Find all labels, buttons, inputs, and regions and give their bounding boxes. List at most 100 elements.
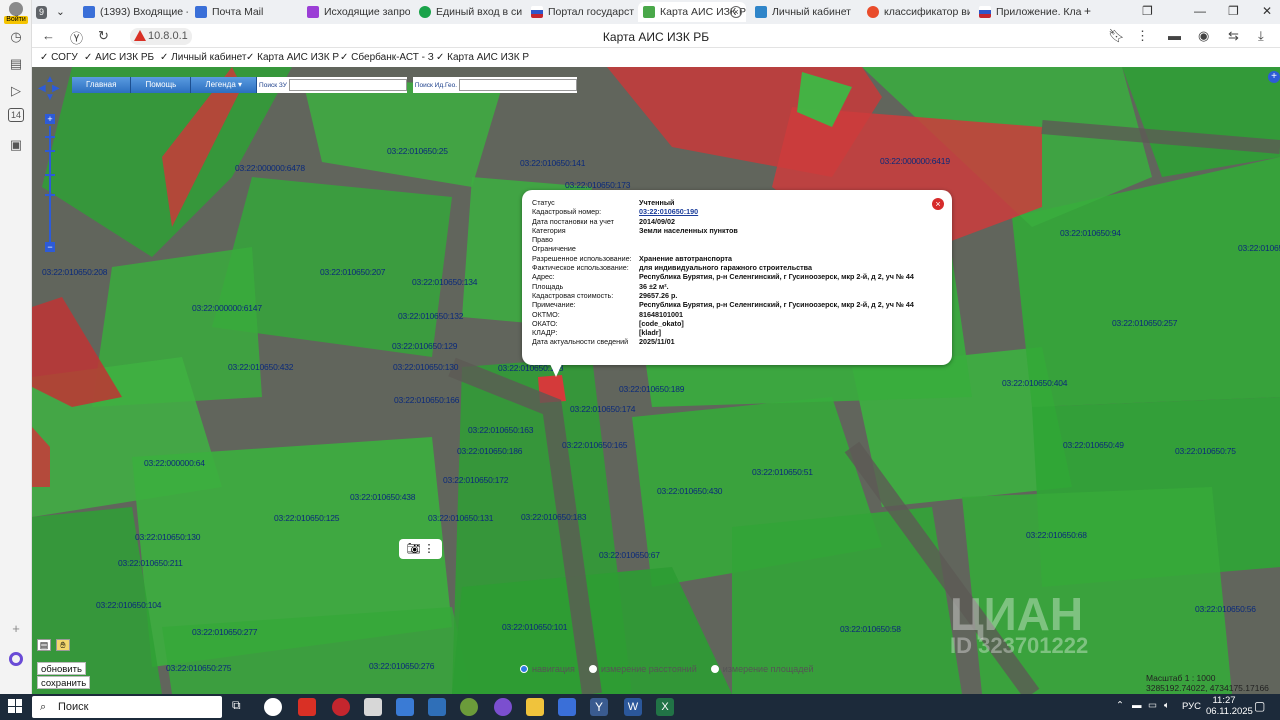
tab-classifier[interactable]: классификатор вид [862, 2, 970, 22]
parcel-label[interactable]: 03:22:010650:173 [565, 180, 631, 190]
parcel-label[interactable]: 03:22:010650:134 [412, 277, 478, 287]
parcel-label[interactable]: 03:22:010650:430 [657, 486, 723, 496]
profile-avatar[interactable]: Войти [4, 2, 28, 24]
parcel-label[interactable]: 03:22:010650:186 [457, 446, 523, 456]
parcel-label[interactable]: 03:22:010650:163 [468, 425, 534, 435]
parcel-label[interactable]: 03:22:010650:183 [521, 512, 587, 522]
parcel-label[interactable]: 03:22:010650:93 [1238, 243, 1280, 253]
app-icon[interactable] [332, 698, 350, 716]
parcel-label[interactable]: 03:22:010650:275 [166, 663, 232, 673]
parcel-label[interactable]: 03:22:010650:56 [1195, 604, 1256, 614]
save-button[interactable]: сохранить [37, 676, 91, 689]
parcel-label[interactable]: 03:22:010650:257 [1112, 318, 1178, 328]
app-icon[interactable] [558, 698, 576, 716]
parcel-label[interactable]: 03:22:010650:131 [428, 513, 494, 523]
tab-group-counter[interactable]: 9 ⌄ [32, 2, 74, 22]
parcel-label[interactable]: 03:22:010650:141 [520, 158, 586, 168]
help-button[interactable]: Помощь [131, 77, 192, 93]
parcel-label[interactable]: 03:22:000000:64 [144, 458, 205, 468]
extension-icon[interactable]: ▬ [1168, 28, 1181, 43]
zoom-tick[interactable] [45, 194, 55, 196]
parcel-label[interactable]: 03:22:010650:104 [96, 600, 162, 610]
tab-gosuslugi[interactable]: Портал государстве [526, 2, 634, 22]
taskbar-search[interactable]: ⌕ Поиск [32, 696, 222, 718]
cadastral-number-link[interactable]: 03:22:010650:190 [639, 207, 698, 216]
zoom-in-button[interactable]: + [45, 114, 55, 124]
app-icon[interactable] [428, 698, 446, 716]
parcel-label[interactable]: 03:22:010650:75 [1175, 446, 1236, 456]
pdf-app-icon[interactable] [298, 698, 316, 716]
close-window-icon[interactable]: ✕ [1262, 4, 1272, 18]
tray-app-icon[interactable]: ▬ [1132, 700, 1142, 711]
calendar-icon[interactable]: 14 [8, 108, 24, 122]
history-clock-icon[interactable]: ◷ [6, 28, 26, 46]
parcel-label[interactable]: 03:22:010650:51 [752, 467, 813, 477]
app-icon[interactable] [460, 698, 478, 716]
restore-icon[interactable]: ❐ [1228, 4, 1239, 18]
parcel-label[interactable]: 03:22:010650:207 [320, 267, 386, 277]
network-icon[interactable]: ▭ [1148, 700, 1157, 711]
parcel-label[interactable]: 03:22:010650:432 [228, 362, 294, 372]
parcel-label[interactable]: 03:22:010650:404 [1002, 378, 1068, 388]
radio-distance[interactable]: измерение расстояний [588, 664, 697, 674]
bookmark-map2[interactable]: ✓ Карта АИС ИЗК Р [436, 52, 529, 63]
pan-down-icon[interactable]: ▼ [45, 92, 55, 103]
add-panel-icon[interactable]: + [6, 620, 26, 638]
media-play-icon[interactable]: ▷ [6, 82, 26, 100]
pan-hand-icon[interactable]: ✋︎ [56, 639, 70, 651]
cadastral-map[interactable]: Главная Помощь Легенда ▾ Поиск ЗУ Поиск … [32, 67, 1280, 694]
bookmark-icon[interactable]: 🔖︎ [1108, 28, 1125, 44]
app-icon[interactable] [364, 698, 382, 716]
zoom-out-button[interactable]: − [45, 242, 55, 252]
parcel-label[interactable]: 03:22:010650:174 [570, 404, 636, 414]
zoom-slider-track[interactable] [49, 126, 51, 246]
screenshot-icon[interactable]: ▣ [6, 136, 26, 154]
parcel-label[interactable]: 03:22:010650:172 [443, 475, 509, 485]
more-vertical-icon[interactable]: ⋮ [424, 543, 435, 555]
app-icon[interactable] [396, 698, 414, 716]
tab-sso[interactable]: Единый вход в систе [414, 2, 522, 22]
tab-map-active[interactable]: Карта АИС ИЗК Р × [638, 2, 746, 22]
parcel-label[interactable]: 03:22:010650:276 [369, 661, 435, 671]
parcel-label[interactable]: 03:22:010650:166 [394, 395, 460, 405]
tab-actions-icon[interactable]: ❐ [1142, 4, 1153, 18]
tab-app[interactable]: Приложение. Класс [974, 2, 1082, 22]
parcel-label[interactable]: 03:22:010650:211 [118, 558, 183, 568]
layer-toggle-icon[interactable]: ▤ [37, 639, 51, 651]
zoom-tick[interactable] [45, 174, 55, 176]
parcel-label[interactable]: 03:22:010650:125 [274, 513, 340, 523]
tab-inbox[interactable]: (1393) Входящие - [78, 2, 188, 22]
parcel-label[interactable]: 03:22:010650:25 [387, 146, 448, 156]
radio-navigation[interactable]: навигация [520, 664, 575, 674]
parcel-label[interactable]: 03:22:010650:58 [840, 624, 901, 634]
bookmark-sber[interactable]: ✓ Сбербанк-АСТ - З [340, 52, 434, 63]
radio-area[interactable]: измерение площадей [710, 664, 814, 674]
search-idgeo-input[interactable] [459, 79, 578, 91]
parcel-label[interactable]: 03:22:010650:165 [562, 440, 628, 450]
parcel-label[interactable]: 03:22:000000:6147 [192, 303, 262, 313]
collections-icon[interactable]: ▤ [6, 55, 26, 73]
browser-app-icon[interactable] [264, 698, 282, 716]
parcel-label[interactable]: 03:22:010650:132 [398, 311, 464, 321]
update-button[interactable]: обновить [37, 662, 86, 675]
parcel-label[interactable]: 03:22:000000:6478 [235, 163, 305, 173]
parcel-label[interactable]: 03:22:000000:6419 [880, 156, 950, 166]
clock[interactable]: 11:27 06.11.2025 [1206, 695, 1253, 717]
parcel-label[interactable]: 03:22:010650:94 [1060, 228, 1121, 238]
parcel-label[interactable]: 03:22:010650:130 [135, 532, 201, 542]
parcel-label[interactable]: 03:22:010650:67 [599, 550, 660, 560]
bookmark-ais[interactable]: ✓ АИС ИЗК РБ [84, 52, 154, 63]
yandex-browser-icon[interactable]: Y [590, 698, 608, 716]
new-tab-plus-icon[interactable]: + [1084, 4, 1091, 18]
downloads-icon[interactable]: ⤓ [1258, 28, 1264, 44]
parcel-label[interactable]: 03:22:010650:130 [393, 362, 459, 372]
assistant-icon[interactable] [6, 652, 26, 670]
extension-icon[interactable]: ◉ [1198, 28, 1209, 44]
translate-icon[interactable]: ⇆ [1228, 28, 1239, 44]
parcel-label[interactable]: 03:22:010650:101 [502, 622, 568, 632]
word-icon[interactable]: W [624, 698, 642, 716]
minimize-icon[interactable]: — [1194, 4, 1206, 18]
close-tab-icon[interactable]: × [730, 6, 742, 18]
bookmark-map[interactable]: ✓ Карта АИС ИЗК Р [246, 52, 339, 63]
task-view-icon[interactable]: ⧉ [232, 698, 250, 716]
